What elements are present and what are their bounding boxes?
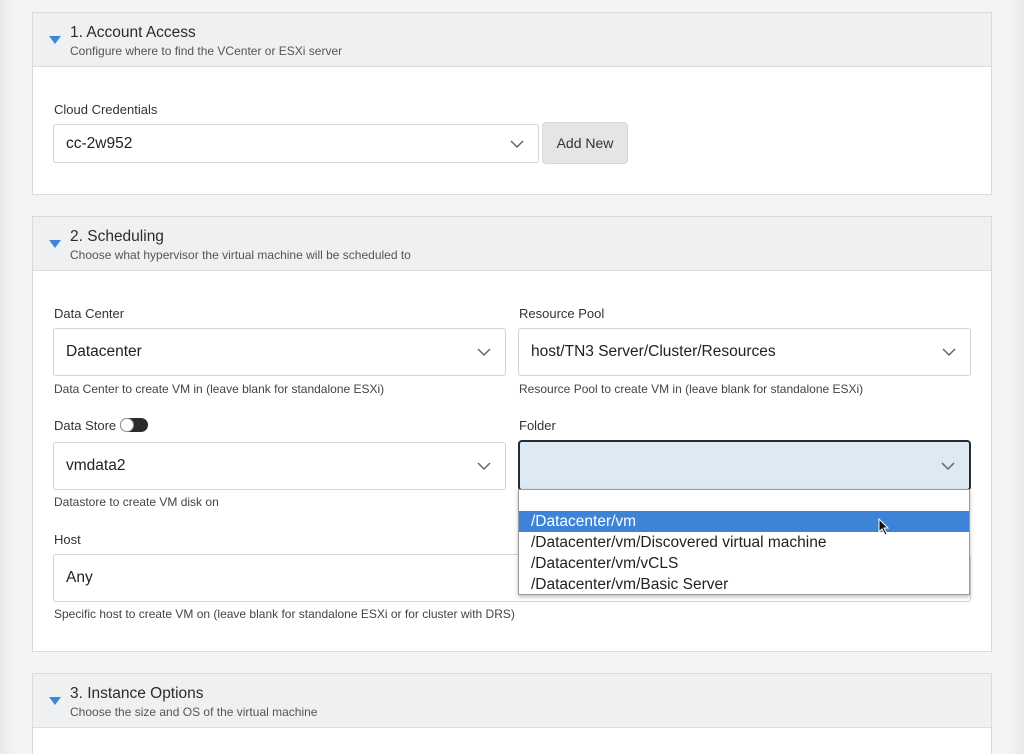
toggle-knob bbox=[120, 418, 134, 432]
caret-down-icon[interactable] bbox=[49, 697, 61, 705]
cloud-credentials-select[interactable]: cc-2w952 bbox=[53, 124, 539, 163]
mouse-pointer-icon bbox=[878, 518, 890, 536]
dropdown-option[interactable]: /Datacenter/vm/Basic Server bbox=[519, 574, 969, 595]
section-subtitle: Configure where to find the VCenter or E… bbox=[70, 44, 343, 58]
select-value: host/TN3 Server/Cluster/Resources bbox=[531, 343, 776, 360]
section-title: 2. Scheduling bbox=[70, 228, 164, 245]
caret-down-icon[interactable] bbox=[49, 36, 61, 44]
chevron-down-icon bbox=[941, 462, 955, 471]
data-center-help: Data Center to create VM in (leave blank… bbox=[54, 382, 385, 396]
folder-label: Folder bbox=[519, 418, 556, 433]
section-header[interactable]: 2. Scheduling Choose what hypervisor the… bbox=[33, 217, 991, 271]
folder-dropdown-list: /Datacenter/vm /Datacenter/vm/Discovered… bbox=[518, 489, 970, 595]
section-header[interactable]: 3. Instance Options Choose the size and … bbox=[33, 674, 991, 728]
data-store-toggle[interactable] bbox=[120, 418, 148, 432]
data-center-select[interactable]: Datacenter bbox=[53, 328, 506, 376]
select-value: Any bbox=[66, 569, 93, 586]
select-value: vmdata2 bbox=[66, 457, 126, 474]
section-subtitle: Choose the size and OS of the virtual ma… bbox=[70, 705, 318, 719]
section-subtitle: Choose what hypervisor the virtual machi… bbox=[70, 248, 411, 262]
dropdown-option[interactable]: /Datacenter/vm/vCLS bbox=[519, 553, 969, 574]
host-label: Host bbox=[54, 532, 81, 547]
dropdown-option-blank[interactable] bbox=[519, 490, 969, 511]
data-store-help: Datastore to create VM disk on bbox=[54, 495, 219, 509]
chevron-down-icon bbox=[942, 348, 956, 357]
resource-pool-select[interactable]: host/TN3 Server/Cluster/Resources bbox=[518, 328, 971, 376]
add-new-button[interactable]: Add New bbox=[542, 122, 628, 164]
data-center-label: Data Center bbox=[54, 306, 125, 321]
caret-down-icon[interactable] bbox=[49, 240, 61, 248]
page-gutter-right bbox=[1010, 0, 1024, 754]
section-header[interactable]: 1. Account Access Configure where to fin… bbox=[33, 13, 991, 67]
section-account-access: 1. Account Access Configure where to fin… bbox=[32, 12, 992, 195]
dropdown-option[interactable]: /Datacenter/vm/Discovered virtual machin… bbox=[519, 532, 969, 553]
dropdown-option[interactable]: /Datacenter/vm bbox=[519, 511, 969, 532]
select-value: Datacenter bbox=[66, 343, 142, 360]
section-title: 1. Account Access bbox=[70, 24, 196, 41]
chevron-down-icon bbox=[477, 348, 491, 357]
page-gutter-left bbox=[0, 0, 14, 754]
host-help: Specific host to create VM on (leave bla… bbox=[54, 607, 515, 621]
resource-pool-help: Resource Pool to create VM in (leave bla… bbox=[519, 382, 864, 396]
cloud-credentials-label: Cloud Credentials bbox=[54, 102, 158, 117]
folder-select[interactable] bbox=[518, 440, 971, 491]
resource-pool-label: Resource Pool bbox=[519, 306, 605, 321]
chevron-down-icon bbox=[477, 462, 491, 471]
data-store-select[interactable]: vmdata2 bbox=[53, 442, 506, 490]
data-store-label: Data Store bbox=[54, 418, 117, 433]
chevron-down-icon bbox=[510, 140, 524, 149]
section-instance-options: 3. Instance Options Choose the size and … bbox=[32, 673, 992, 754]
select-value: cc-2w952 bbox=[66, 135, 133, 152]
section-title: 3. Instance Options bbox=[70, 685, 204, 702]
